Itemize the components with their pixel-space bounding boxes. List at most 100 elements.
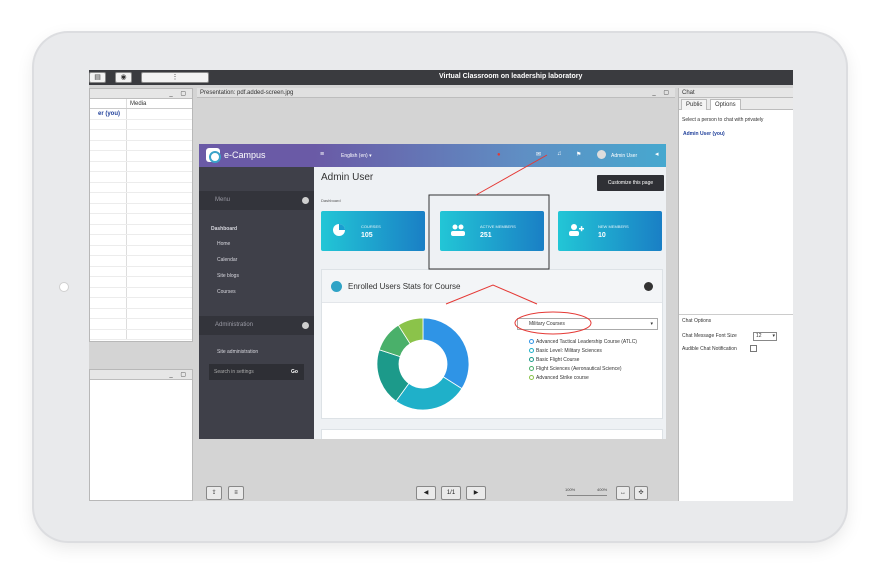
sidebar-item-site-administration[interactable]: Site administration xyxy=(217,349,258,355)
legend-item[interactable]: Advanced Tactical Leadership Course (ATL… xyxy=(529,339,637,345)
volume-slider[interactable]: ⋮ xyxy=(141,72,209,83)
ecampus-header: ≡ English (en) ▾ ● ✉ ♫ ⚑ Admin User ◂ xyxy=(314,144,666,167)
admin-label: Administration xyxy=(215,322,254,328)
active-members-card[interactable]: ACTIVE MEMBERS 251 xyxy=(440,211,544,251)
sidebar-item-calendar[interactable]: Calendar xyxy=(217,257,237,263)
card-label: ACTIVE MEMBERS xyxy=(480,224,516,229)
table-row[interactable] xyxy=(90,161,192,172)
table-row[interactable] xyxy=(90,140,192,151)
record-icon[interactable]: ◉ xyxy=(115,72,132,83)
table-row[interactable] xyxy=(90,119,192,130)
hamburger-icon[interactable]: ≡ xyxy=(320,151,324,158)
table-row[interactable] xyxy=(90,151,192,162)
search-go-button[interactable]: Go xyxy=(291,364,298,380)
zoom-max-label: 400% xyxy=(597,487,608,492)
back-arrow-icon[interactable]: ◂ xyxy=(655,150,659,158)
table-row[interactable] xyxy=(90,308,192,319)
zoom-slider[interactable] xyxy=(567,495,607,496)
tool-icon[interactable]: ▤ xyxy=(89,72,106,83)
avatar[interactable] xyxy=(597,150,606,159)
table-row[interactable] xyxy=(90,224,192,235)
audible-notification-checkbox[interactable] xyxy=(750,345,757,352)
panel-window-controls[interactable]: _ ▢ xyxy=(652,88,672,98)
panel-window-controls[interactable]: _ ▢ xyxy=(169,89,189,99)
legend-item[interactable]: Advanced Strike course xyxy=(529,375,589,381)
table-row[interactable] xyxy=(90,172,192,183)
search-placeholder: Search in settings xyxy=(214,369,254,375)
zoom-min-label: 100% xyxy=(565,487,576,492)
table-row[interactable] xyxy=(90,130,192,141)
align-left-icon[interactable]: ≡ xyxy=(228,486,244,500)
table-row[interactable] xyxy=(90,287,192,298)
legend-label: Basic Flight Course xyxy=(536,357,580,363)
sidebar-item-home[interactable]: Home xyxy=(217,241,230,247)
legend-item[interactable]: Basic Level: Military Sciences xyxy=(529,348,602,354)
table-row[interactable] xyxy=(90,235,192,246)
sidebar-admin-header[interactable]: Administration xyxy=(199,316,314,335)
users-table-header: Media xyxy=(90,99,192,109)
collapse-icon[interactable] xyxy=(302,197,309,204)
chat-user-admin[interactable]: Admin User (you) xyxy=(683,131,725,137)
table-row[interactable] xyxy=(90,329,192,340)
notes-panel: _ ▢ xyxy=(89,369,193,501)
table-row[interactable] xyxy=(90,214,192,225)
settings-search-input[interactable]: Search in settings Go xyxy=(209,364,304,380)
bell-icon[interactable]: ♫ xyxy=(557,151,562,157)
upload-icon[interactable]: ⇪ xyxy=(206,486,222,500)
pie-chart-icon xyxy=(333,224,345,236)
legend-item[interactable]: Flight Sciences (Aeronautical Science) xyxy=(529,366,622,372)
card-label: COURSES xyxy=(361,224,381,229)
previous-slide-button[interactable]: ◀ xyxy=(416,486,436,500)
language-selector[interactable]: English (en) ▾ xyxy=(341,153,372,159)
mail-icon[interactable]: ✉ xyxy=(536,151,541,158)
chat-select-hint: Select a person to chat with privately xyxy=(682,117,764,123)
collapse-icon[interactable] xyxy=(644,282,653,291)
fit-width-icon[interactable]: ↔ xyxy=(616,486,630,500)
page-indicator[interactable]: 1/1 xyxy=(441,486,461,500)
table-row[interactable] xyxy=(90,298,192,309)
panel-window-controls[interactable]: _ ▢ xyxy=(169,370,189,380)
table-row[interactable] xyxy=(90,245,192,256)
table-row[interactable] xyxy=(90,277,192,288)
table-row[interactable] xyxy=(90,256,192,267)
breadcrumb[interactable]: Dashboard xyxy=(321,198,341,203)
move-icon[interactable]: ✣ xyxy=(634,486,648,500)
sidebar-item-courses[interactable]: Courses xyxy=(217,289,236,295)
users-icon xyxy=(451,224,465,236)
table-row[interactable]: er (you) xyxy=(90,109,192,120)
legend-item[interactable]: Basic Flight Course xyxy=(529,357,579,363)
stats-header: Enrolled Users Stats for Course xyxy=(322,270,662,303)
home-button[interactable] xyxy=(59,282,69,292)
courses-card[interactable]: COURSES 105 xyxy=(321,211,425,251)
course-category-select[interactable]: Military Courses ▾ xyxy=(517,318,658,330)
table-row[interactable] xyxy=(90,193,192,204)
next-slide-button[interactable]: ▶ xyxy=(466,486,486,500)
table-row[interactable] xyxy=(90,266,192,277)
flag-icon[interactable]: ⚑ xyxy=(576,151,581,158)
virtual-classroom-app: ▤ ◉ ⋮ Virtual Classroom on leadership la… xyxy=(89,70,793,501)
sidebar-item-dashboard[interactable]: Dashboard xyxy=(211,226,237,232)
menu-label: Menu xyxy=(215,197,231,203)
notification-dot-icon: ● xyxy=(497,152,501,158)
font-size-select[interactable]: 12 ▾ xyxy=(753,332,777,341)
table-row[interactable] xyxy=(90,319,192,330)
ecampus-logo[interactable]: e-Campus xyxy=(199,144,314,167)
ecampus-brand: e-Campus xyxy=(224,150,266,160)
table-row[interactable] xyxy=(90,182,192,193)
table-row[interactable] xyxy=(90,203,192,214)
user-menu-label[interactable]: Admin User xyxy=(611,153,637,159)
sidebar-item-site-blogs[interactable]: Site blogs xyxy=(217,273,239,279)
card-label: NEW MEMBERS xyxy=(598,224,629,229)
tab-public[interactable]: Public xyxy=(681,99,708,110)
chat-options-title: Chat Options xyxy=(682,318,712,324)
font-size-value: 12 xyxy=(756,333,762,339)
customize-page-button[interactable]: Customize this page xyxy=(597,175,664,191)
sidebar-menu-header[interactable]: Menu xyxy=(199,191,314,210)
donut-slice[interactable] xyxy=(422,317,470,390)
new-members-card[interactable]: NEW MEMBERS 10 xyxy=(558,211,662,251)
tab-options[interactable]: Options xyxy=(710,99,741,110)
collapse-icon[interactable] xyxy=(302,322,309,329)
card-value: 10 xyxy=(598,232,606,239)
chat-tabs: Public Options xyxy=(679,98,793,110)
legend-label: Advanced Strike course xyxy=(536,375,589,381)
